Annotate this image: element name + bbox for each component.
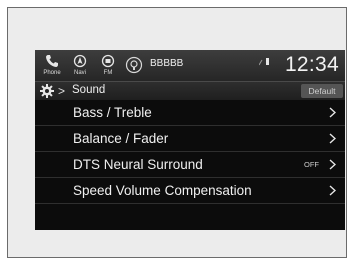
navi-button[interactable]: Navi — [67, 52, 93, 80]
menu-item-dts-neural-surround[interactable]: DTS Neural Surround OFF — [35, 152, 345, 178]
fm-radio-icon — [101, 54, 115, 68]
title-bar: > Sound Default — [35, 82, 345, 100]
chevron-right-icon — [329, 159, 336, 170]
menu-item-speed-volume-compensation[interactable]: Speed Volume Compensation — [35, 178, 345, 204]
chevron-right-icon — [329, 133, 336, 144]
page-title: Sound — [72, 84, 106, 96]
menu-item-label: DTS Neural Surround — [73, 157, 203, 172]
phone-icon — [46, 55, 58, 67]
chevron-right-icon — [329, 185, 336, 196]
menu-item-label: Bass / Treble — [73, 105, 152, 120]
navigation-icon — [73, 54, 87, 68]
head-unit-screen: Phone Navi FM BBBBB 12:34 > Sound Defaul… — [35, 50, 345, 230]
sound-menu: Bass / Treble Balance / Fader DTS Neural… — [35, 100, 345, 204]
default-button[interactable]: Default — [301, 84, 343, 98]
menu-item-bass-treble[interactable]: Bass / Treble — [35, 100, 345, 126]
dts-status-value: OFF — [304, 160, 319, 169]
phone-button[interactable]: Phone — [39, 52, 65, 80]
breadcrumb-separator: > — [58, 84, 66, 98]
clock: 12:34 — [284, 53, 339, 76]
audio-source-icon — [125, 56, 143, 74]
signal-icon — [259, 58, 269, 66]
phone-label: Phone — [43, 70, 61, 76]
menu-item-balance-fader[interactable]: Balance / Fader — [35, 126, 345, 152]
source-name: BBBBB — [150, 58, 184, 69]
fm-button[interactable]: FM — [95, 52, 121, 80]
menu-item-label: Balance / Fader — [73, 131, 169, 146]
fm-label: FM — [103, 70, 113, 76]
menu-item-label: Speed Volume Compensation — [73, 183, 252, 198]
screenshot-frame: Phone Navi FM BBBBB 12:34 > Sound Defaul… — [7, 7, 347, 258]
chevron-right-icon — [329, 107, 336, 118]
navi-label: Navi — [73, 70, 86, 76]
status-bar: Phone Navi FM BBBBB 12:34 — [35, 50, 345, 82]
gear-icon[interactable] — [39, 83, 55, 99]
